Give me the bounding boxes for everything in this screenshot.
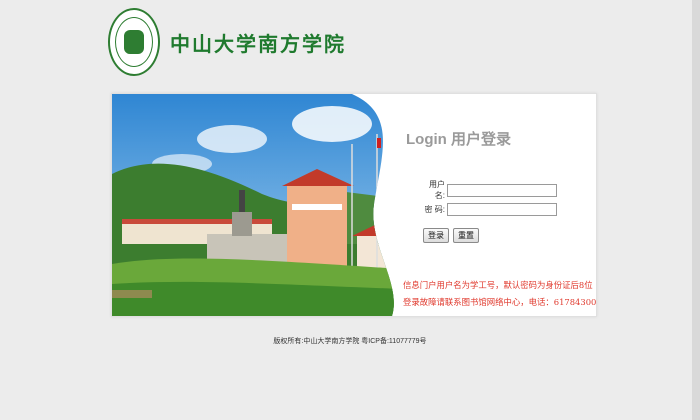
school-seal-icon bbox=[108, 8, 160, 76]
notice-username-info: 信息门户用户名为学工号，默认密码为身份证后8位 bbox=[403, 280, 593, 290]
password-label: 密 码: bbox=[424, 205, 445, 214]
password-input[interactable] bbox=[447, 203, 557, 216]
login-button[interactable]: 登录 bbox=[423, 228, 449, 243]
password-row: 密 码: bbox=[422, 203, 557, 216]
notice-contact-info: 登录故障请联系图书馆网络中心，电话：61784300 bbox=[403, 297, 597, 307]
campus-photo bbox=[112, 94, 394, 316]
school-name: 中山大学南方学院 bbox=[170, 31, 346, 56]
username-row: 用户名: bbox=[422, 179, 557, 201]
login-title: Login 用户登录 bbox=[406, 131, 511, 148]
reset-button[interactable]: 重置 bbox=[453, 228, 479, 243]
footer-copyright: 版权所有:中山大学南方学院 粤ICP备:11077779号 bbox=[273, 338, 427, 345]
page-scrollbar[interactable] bbox=[692, 0, 700, 420]
username-label: 用户名: bbox=[429, 180, 445, 200]
page-background: 中山大学南方学院 Login 用户登录 用户名: 密 码: 登录 重置 信息门户… bbox=[0, 0, 700, 420]
username-input[interactable] bbox=[447, 183, 557, 197]
login-panel: Login 用户登录 用户名: 密 码: 登录 重置 信息门户用户名为学工号，默… bbox=[111, 93, 597, 317]
school-logo: 中山大学南方学院 bbox=[108, 8, 346, 76]
